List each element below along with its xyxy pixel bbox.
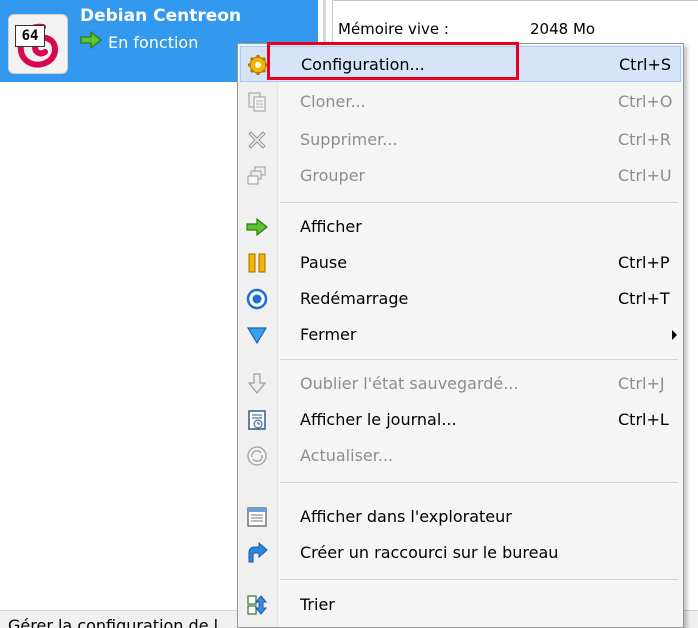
running-arrow-icon	[80, 30, 102, 53]
menu-item-discard-state[interactable]: Oublier l'état sauvegardé... Ctrl+J	[240, 366, 681, 402]
menu-item-sort[interactable]: Trier	[240, 587, 681, 623]
log-icon	[246, 409, 268, 431]
menu-item-show-in-explorer[interactable]: Afficher dans l'explorateur	[240, 499, 681, 535]
menu-item-label: Créer un raccourci sur le bureau	[300, 543, 559, 562]
menu-item-clone[interactable]: Cloner... Ctrl+O	[240, 84, 681, 120]
menu-item-label: Redémarrage	[300, 289, 409, 308]
menu-item-shortcut: Ctrl+R	[618, 130, 671, 149]
ram-label: Mémoire vive :	[338, 20, 449, 38]
menu-item-show[interactable]: Afficher	[240, 209, 681, 245]
menu-item-label: Supprimer...	[300, 130, 398, 149]
vm-name: Debian Centreon	[80, 6, 242, 26]
menu-item-shortcut: Ctrl+S	[619, 55, 672, 74]
pause-icon	[246, 252, 268, 274]
ram-value: 2048 Mo	[530, 20, 596, 38]
vm-state: En fonction	[80, 30, 198, 54]
virtualbox-manager-window: 64 Debian Centreon En fonction Mémoire v…	[0, 0, 698, 628]
menu-item-configuration[interactable]: Configuration... Ctrl+S	[240, 46, 681, 82]
remove-icon	[246, 129, 268, 151]
menu-item-shortcut: Ctrl+T	[618, 289, 670, 308]
reset-icon	[246, 288, 268, 310]
menu-item-group[interactable]: Grouper Ctrl+U	[240, 158, 681, 194]
menu-item-label: Oublier l'état sauvegardé...	[300, 374, 519, 393]
menu-item-shortcut: Ctrl+U	[618, 166, 672, 185]
menu-item-label: Configuration...	[301, 55, 425, 74]
menu-item-refresh[interactable]: Actualiser...	[240, 438, 681, 474]
gear-icon	[247, 54, 269, 76]
menu-item-label: Grouper	[300, 166, 366, 185]
show-arrow-icon	[246, 216, 268, 238]
menu-item-pause[interactable]: Pause Ctrl+P	[240, 245, 681, 281]
menu-item-label: Actualiser...	[300, 446, 394, 465]
menu-item-label: Trier	[300, 595, 335, 614]
clone-icon	[246, 91, 268, 113]
menu-item-shortcut: Ctrl+O	[618, 92, 673, 111]
menu-item-label: Fermer	[300, 325, 357, 344]
menu-item-shortcut: Ctrl+J	[618, 374, 665, 393]
menu-item-label: Afficher dans l'explorateur	[300, 507, 512, 526]
discard-state-icon	[246, 373, 268, 395]
menu-item-label: Afficher	[300, 217, 362, 236]
group-icon	[246, 165, 268, 187]
menu-item-remove[interactable]: Supprimer... Ctrl+R	[240, 122, 681, 158]
sort-icon	[246, 594, 268, 616]
menu-item-close[interactable]: Fermer	[240, 317, 681, 353]
vm-state-label: En fonction	[108, 32, 199, 52]
menu-item-show-log[interactable]: Afficher le journal... Ctrl+L	[240, 402, 681, 438]
submenu-arrow-icon	[672, 330, 677, 340]
menu-item-create-shortcut[interactable]: Créer un raccourci sur le bureau	[240, 535, 681, 571]
menu-item-shortcut: Ctrl+P	[618, 253, 670, 272]
shortcut-icon	[246, 541, 268, 564]
menu-item-shortcut: Ctrl+L	[618, 410, 669, 429]
menu-item-reset[interactable]: Redémarrage Ctrl+T	[240, 281, 681, 317]
menu-item-label: Pause	[300, 253, 348, 272]
menu-separator	[280, 359, 678, 360]
menu-item-label: Afficher le journal...	[300, 410, 457, 429]
64bit-badge: 64	[15, 25, 45, 47]
refresh-icon	[246, 445, 268, 467]
vm-context-menu: Configuration... Ctrl+S Cloner... Ctrl+O	[237, 43, 684, 628]
menu-separator	[280, 202, 678, 203]
close-triangle-icon	[246, 324, 268, 346]
menu-separator	[280, 482, 678, 483]
menu-separator	[280, 579, 678, 580]
menu-item-label: Cloner...	[300, 92, 366, 111]
debian-os-icon: 64	[8, 14, 68, 74]
explorer-icon	[246, 506, 268, 528]
